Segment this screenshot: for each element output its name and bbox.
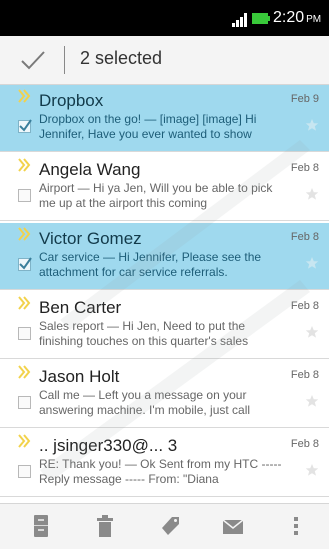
message-preview: Airport — Hi ya Jen, Will you be able to… bbox=[39, 181, 273, 210]
checkmark-done-icon[interactable] bbox=[20, 50, 46, 70]
message-date: Feb 9 bbox=[290, 93, 319, 105]
unread-marker-icon bbox=[18, 89, 31, 103]
star-icon[interactable] bbox=[305, 187, 319, 201]
trash-icon[interactable] bbox=[94, 514, 116, 538]
move-mail-icon[interactable] bbox=[222, 514, 244, 538]
action-divider bbox=[64, 46, 65, 74]
clock: 2:20 PM bbox=[273, 9, 321, 27]
unread-marker-icon bbox=[18, 227, 31, 241]
selection-action-bar: 2 selected bbox=[0, 36, 329, 85]
unread-marker-icon bbox=[18, 296, 31, 310]
star-icon[interactable] bbox=[305, 394, 319, 408]
unread-marker-icon bbox=[18, 365, 31, 379]
message-preview: RE: Thank you! — Ok Sent from my HTC ---… bbox=[39, 457, 282, 486]
select-checkbox[interactable] bbox=[18, 189, 31, 202]
sender-name: .. jsinger330@... 3 bbox=[39, 436, 178, 455]
select-checkbox[interactable] bbox=[18, 396, 31, 409]
archive-icon[interactable] bbox=[30, 514, 52, 538]
message-date: Feb 8 bbox=[290, 438, 319, 450]
message-date: Feb 8 bbox=[290, 162, 319, 174]
select-checkbox[interactable] bbox=[18, 327, 31, 340]
star-icon[interactable] bbox=[305, 325, 319, 339]
message-row[interactable]: Victor Gomez Feb 8 Car service — Hi Jennif… bbox=[0, 223, 329, 290]
message-preview: Sales report — Hi Jen, Need to put the f… bbox=[39, 319, 249, 348]
sender-name: Angela Wang bbox=[39, 160, 141, 179]
unread-marker-icon bbox=[18, 434, 31, 448]
sender-name: Dropbox bbox=[39, 91, 104, 110]
battery-icon bbox=[252, 13, 270, 24]
message-preview: Dropbox on the go! — [image] [image] Hi … bbox=[39, 112, 257, 141]
label-tag-icon[interactable] bbox=[159, 514, 181, 538]
message-row[interactable]: Dropbox Feb 9 Dropbox on the go! — [image]… bbox=[0, 85, 329, 152]
message-row[interactable]: Angela Wang Feb 8 Airport — Hi ya Jen, Wil… bbox=[0, 154, 329, 221]
message-preview: Car service — Hi Jennifer, Please see th… bbox=[39, 250, 262, 279]
select-checkbox[interactable] bbox=[18, 257, 32, 271]
star-icon[interactable] bbox=[305, 256, 319, 270]
sender-name: Ben Carter bbox=[39, 298, 122, 317]
sender-name: Victor Gomez bbox=[39, 229, 142, 248]
message-row[interactable]: Ben Carter Feb 8 Sales report — Hi Jen, Ne… bbox=[0, 292, 329, 359]
checkmark-icon bbox=[19, 119, 32, 132]
message-date: Feb 8 bbox=[290, 369, 319, 381]
message-row[interactable]: Jason Holt Feb 8 Call me — Left you a mess… bbox=[0, 361, 329, 428]
unread-marker-icon bbox=[18, 158, 31, 172]
message-date: Feb 8 bbox=[290, 300, 319, 312]
star-icon[interactable] bbox=[305, 118, 319, 132]
signal-strength-icon bbox=[232, 13, 247, 27]
star-icon[interactable] bbox=[305, 463, 319, 477]
message-row[interactable]: .. jsinger330@... 3 Feb 8 RE: Thank you! —… bbox=[0, 430, 329, 497]
clock-time: 2:20 bbox=[273, 9, 305, 26]
status-bar: 2:20 PM bbox=[0, 0, 329, 36]
message-date: Feb 8 bbox=[290, 231, 319, 243]
sender-name: Jason Holt bbox=[39, 367, 120, 386]
selected-count: 2 selected bbox=[80, 48, 163, 68]
select-checkbox[interactable] bbox=[18, 119, 32, 133]
select-checkbox[interactable] bbox=[18, 465, 31, 478]
bottom-action-bar bbox=[0, 503, 329, 549]
checkmark-icon bbox=[19, 257, 32, 270]
message-list: Dropbox Feb 9 Dropbox on the go! — [image]… bbox=[0, 85, 329, 503]
overflow-menu-icon[interactable] bbox=[291, 514, 301, 538]
message-preview: Call me — Left you a message on your ans… bbox=[39, 388, 251, 417]
clock-ampm: PM bbox=[306, 14, 322, 25]
